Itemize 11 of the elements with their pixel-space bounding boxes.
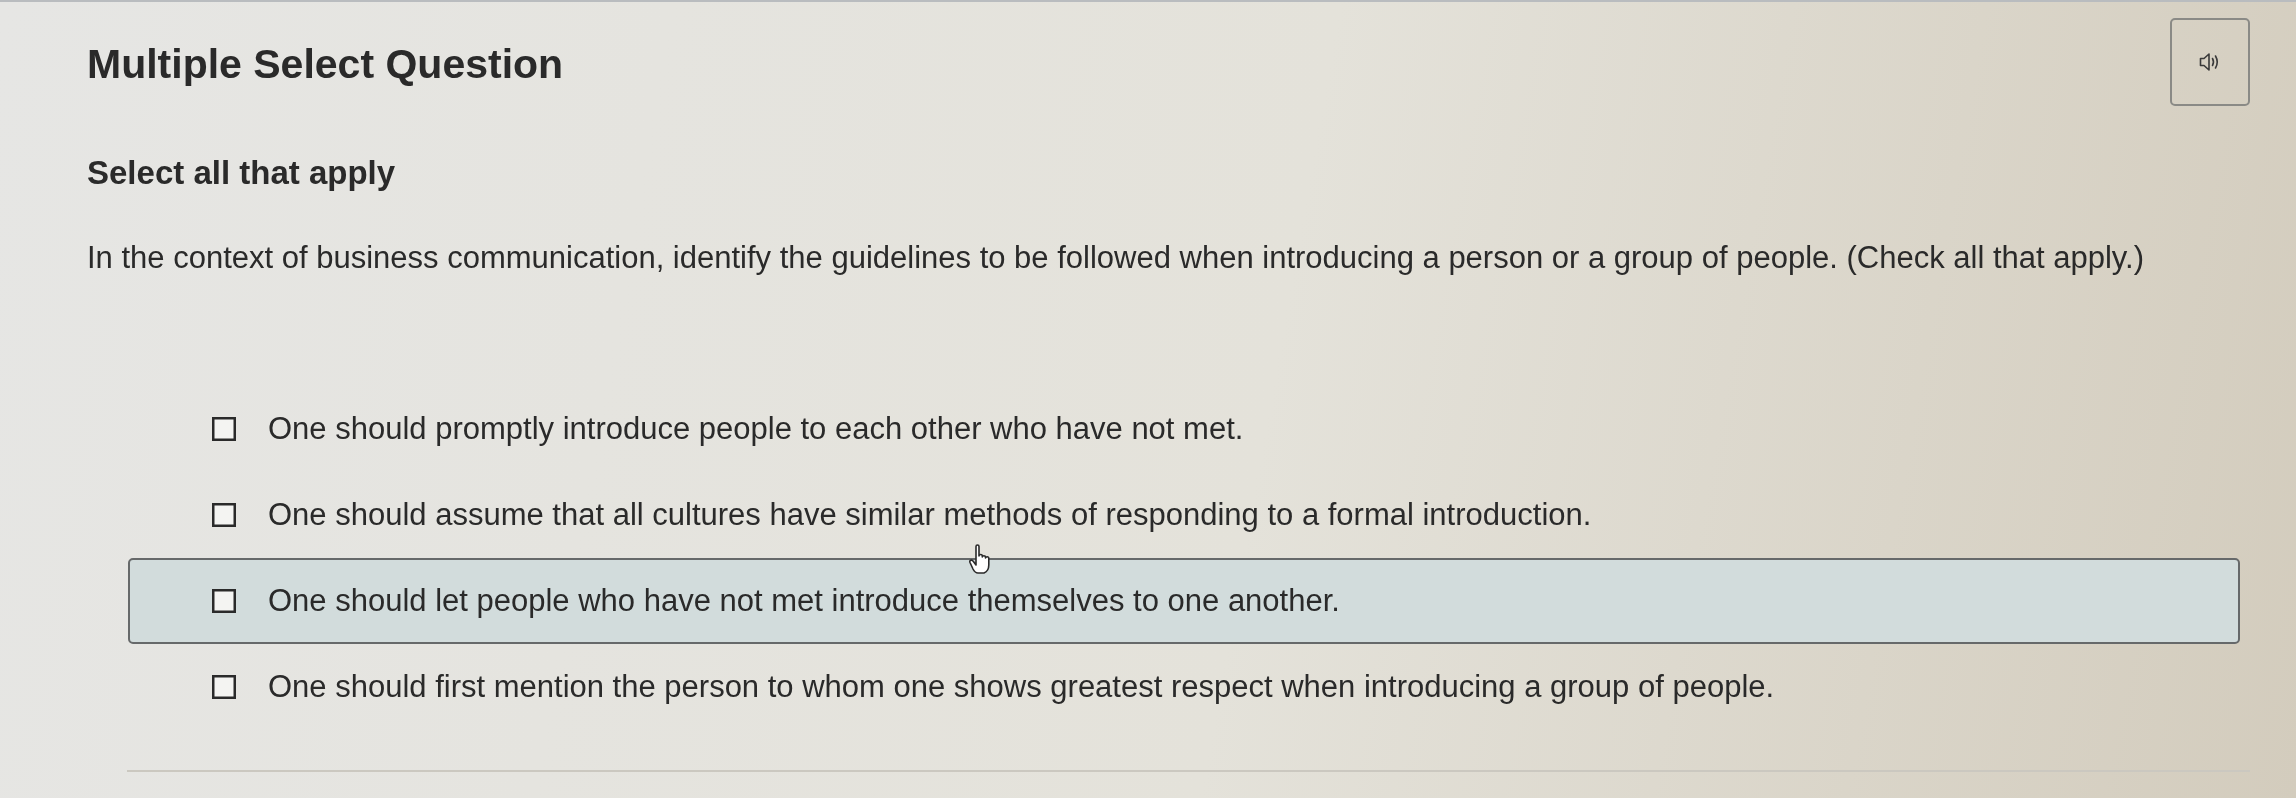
checkbox[interactable] [212, 588, 236, 613]
checkbox[interactable] [212, 674, 236, 699]
answer-option[interactable]: One should assume that all cultures have similar methods of responding to a formal introduction. [128, 471, 2240, 558]
answer-option[interactable]: One should first mention the person to whom one shows greatest respect when introducing a group of people. [128, 643, 2240, 730]
question-text: In the context of business communication, identify the guidelines to be followed when introducing a person or a group of people. (Check all that apply.) [87, 238, 2145, 276]
checkbox[interactable] [212, 502, 236, 527]
checkbox[interactable] [212, 416, 236, 441]
speaker-icon [2199, 52, 2221, 72]
instruction-text: Select all that apply [87, 153, 397, 193]
question-type-heading: Multiple Select Question [87, 40, 564, 89]
answer-option[interactable]: One should promptly introduce people to each other who have not met. [128, 385, 2240, 472]
